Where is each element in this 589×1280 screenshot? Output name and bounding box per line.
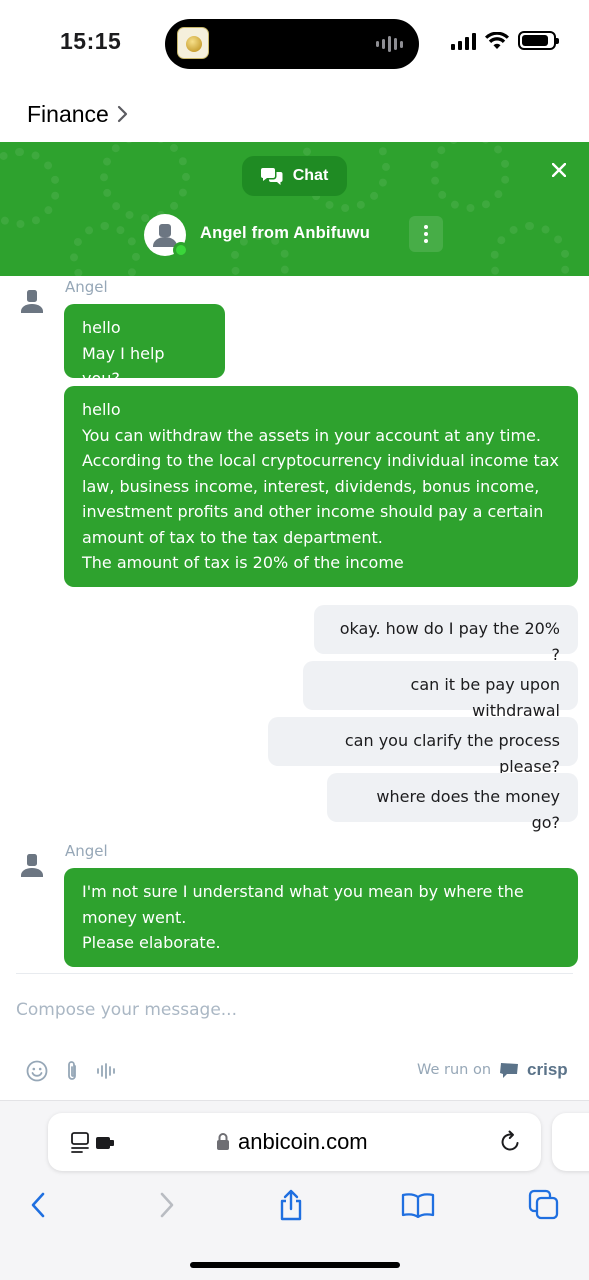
- share-button[interactable]: [273, 1187, 309, 1223]
- attach-file-button[interactable]: [60, 1059, 84, 1083]
- gear-pattern-icon: [0, 148, 60, 228]
- status-time: 15:15: [60, 28, 122, 54]
- chevron-right-icon: [117, 105, 127, 123]
- battery-icon: [518, 31, 559, 50]
- powered-by-crisp[interactable]: We run on crisp: [417, 1060, 568, 1080]
- emoji-button[interactable]: [25, 1059, 49, 1083]
- gear-pattern-icon: [490, 222, 570, 276]
- operator-avatar-icon: [21, 854, 43, 877]
- status-bar: 15:15: [0, 0, 589, 88]
- url-text: anbicoin.com: [238, 1129, 368, 1154]
- user-message-bubble: can it be pay upon withdrawal: [303, 661, 578, 720]
- next-tab-preview[interactable]: [552, 1113, 589, 1171]
- chevron-right-icon: [160, 1192, 174, 1218]
- user-message-bubble: okay. how do I pay the 20% ?: [314, 605, 578, 664]
- book-icon: [401, 1193, 435, 1218]
- compose-divider: [16, 973, 573, 974]
- share-icon: [280, 1189, 302, 1221]
- browser-chrome: anbicoin.com: [0, 1100, 589, 1280]
- operator-name: Angel: [65, 842, 108, 860]
- back-button[interactable]: [20, 1187, 56, 1223]
- close-icon: [552, 163, 566, 177]
- forward-button[interactable]: [149, 1187, 185, 1223]
- dynamic-island[interactable]: [165, 19, 419, 69]
- back-app-label: Finance: [27, 100, 109, 127]
- status-icons: [451, 31, 559, 50]
- back-to-app-link[interactable]: Finance: [27, 98, 131, 130]
- chat-tab[interactable]: Chat: [242, 156, 347, 196]
- compose-message-input[interactable]: [16, 996, 573, 1024]
- operator-avatar-icon: [21, 290, 43, 313]
- bookmarks-button[interactable]: [400, 1187, 436, 1223]
- agent-message-bubble: hello You can withdraw the assets in you…: [64, 386, 578, 587]
- crisp-logo-icon: [500, 1063, 519, 1078]
- paperclip-icon: [68, 1061, 76, 1080]
- gear-pattern-icon: [70, 222, 140, 276]
- chat-header: Chat Angel from Anbifuwu: [0, 142, 589, 276]
- emoji-icon: [26, 1060, 48, 1082]
- live-activity-app-icon: [177, 27, 209, 59]
- agent-name: Angel from Anbifuwu: [200, 224, 371, 242]
- powered-by-label: We run on: [417, 1062, 492, 1078]
- crisp-brand: crisp: [527, 1060, 568, 1079]
- tabs-icon: [528, 1189, 559, 1220]
- gear-pattern-icon: [430, 142, 510, 212]
- lock-icon: [217, 1133, 229, 1150]
- gear-pattern-icon: [100, 142, 190, 222]
- online-status-dot: [173, 242, 189, 258]
- user-message-bubble: can you clarify the process please?: [268, 717, 578, 776]
- audio-waveform-icon: [376, 36, 403, 52]
- user-message-bubble: where does the money go?: [327, 773, 578, 832]
- more-options-button[interactable]: [409, 216, 443, 252]
- agent-message-bubble: hello May I help you?: [64, 304, 225, 388]
- chat-tab-label: Chat: [292, 167, 329, 184]
- chat-bubbles-icon: [260, 168, 283, 185]
- operator-name: Angel: [65, 278, 108, 296]
- audio-waveform-icon: [97, 1063, 115, 1079]
- address-bar[interactable]: anbicoin.com: [48, 1113, 541, 1171]
- home-indicator[interactable]: [190, 1262, 400, 1268]
- wifi-icon: [485, 31, 509, 49]
- agent-message-bubble: I'm not sure I understand what you mean …: [64, 868, 578, 967]
- voice-message-button[interactable]: [95, 1059, 119, 1083]
- chevron-left-icon: [31, 1192, 45, 1218]
- reload-icon[interactable]: [498, 1130, 522, 1154]
- page-menu-icon[interactable]: [70, 1131, 122, 1155]
- tabs-button[interactable]: [526, 1187, 562, 1223]
- message-list[interactable]: Angel hello May I help you? hello You ca…: [0, 276, 589, 974]
- cellular-signal-icon: [451, 32, 476, 50]
- close-chat-button[interactable]: [546, 157, 572, 183]
